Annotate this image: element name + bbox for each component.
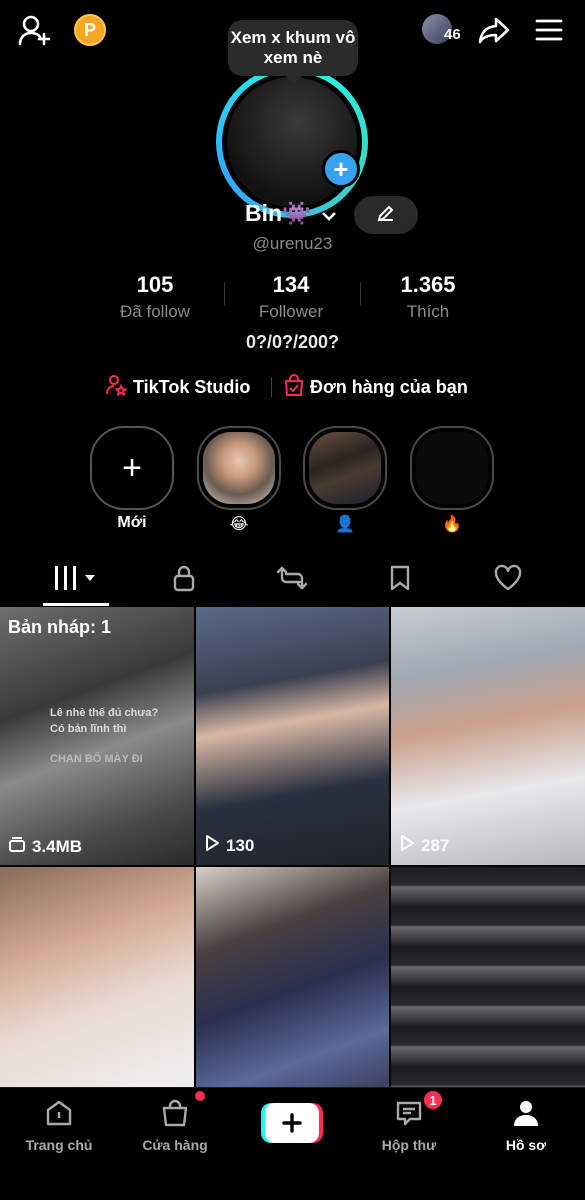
nav-label: Hồ sơ bbox=[505, 1137, 547, 1153]
view-count: 287 bbox=[399, 834, 449, 857]
tab-favorites[interactable] bbox=[370, 562, 430, 598]
draft-tile[interactable]: Bản nháp: 1 Lê nhè thế đủ chưa? Có bản l… bbox=[0, 607, 194, 865]
tab-private[interactable] bbox=[154, 562, 214, 598]
create-plus-icon bbox=[265, 1103, 319, 1143]
studio-person-star-icon bbox=[105, 374, 128, 401]
display-name-text: Bin👾 bbox=[245, 200, 311, 226]
person-plus-icon[interactable] bbox=[18, 14, 52, 46]
draft-overlay-text: CHAN BỐ MÀY ĐI bbox=[50, 753, 143, 765]
divider bbox=[360, 282, 361, 306]
highlight-thumbnail bbox=[203, 432, 275, 504]
draft-label: Bản nháp: 1 bbox=[8, 617, 112, 637]
link-label: Đơn hàng của bạn bbox=[310, 377, 468, 397]
stat-followers[interactable]: 134 Follower bbox=[231, 272, 351, 322]
shopping-bag-icon bbox=[160, 1099, 190, 1132]
tab-reposts[interactable] bbox=[262, 562, 322, 598]
new-highlight-button[interactable]: + bbox=[90, 426, 174, 510]
drafts-folder-icon bbox=[8, 836, 26, 857]
bookmark-icon bbox=[389, 564, 411, 597]
display-name[interactable]: Bin👾 bbox=[245, 200, 337, 228]
shop-notification-dot bbox=[195, 1091, 205, 1101]
link-label: TikTok Studio bbox=[133, 377, 251, 397]
nav-shop[interactable]: Cửa hàng bbox=[120, 1098, 230, 1153]
profile-person-icon bbox=[511, 1101, 541, 1132]
share-arrow-icon[interactable] bbox=[478, 16, 510, 44]
stat-label: Follower bbox=[258, 302, 324, 321]
highlight-thumbnail bbox=[416, 432, 488, 504]
draft-size: 3.4MB bbox=[8, 836, 82, 857]
video-tile[interactable] bbox=[196, 867, 389, 1087]
highlight-story[interactable] bbox=[410, 426, 494, 510]
view-count-text: 130 bbox=[226, 835, 255, 855]
add-story-plus-icon[interactable]: + bbox=[322, 150, 360, 188]
stat-value: 134 bbox=[272, 272, 310, 297]
highlight-story[interactable] bbox=[197, 426, 281, 510]
draft-overlay-text: Lê nhè thế đủ chưa? bbox=[50, 707, 159, 719]
view-count-text: 287 bbox=[421, 835, 450, 855]
stat-label: Đã follow bbox=[120, 302, 190, 321]
tab-videos[interactable] bbox=[46, 562, 106, 598]
video-tile[interactable] bbox=[391, 867, 585, 1087]
stat-value: 105 bbox=[136, 272, 174, 297]
orders-link[interactable]: Đơn hàng của bạn bbox=[284, 374, 468, 401]
stat-value: 1.365 bbox=[400, 272, 456, 297]
nav-home[interactable]: Trang chủ bbox=[4, 1098, 114, 1153]
create-button[interactable] bbox=[261, 1103, 323, 1143]
tab-liked[interactable] bbox=[478, 562, 538, 598]
video-tile[interactable]: 287 bbox=[391, 607, 585, 865]
lock-icon bbox=[172, 564, 196, 597]
plus-icon: + bbox=[96, 432, 168, 504]
highlight-label: 😂 bbox=[229, 516, 249, 533]
nav-profile[interactable]: Hồ sơ bbox=[471, 1098, 581, 1153]
video-tile[interactable]: 130 bbox=[196, 607, 389, 865]
nav-inbox[interactable]: Hộp thư bbox=[354, 1098, 464, 1153]
play-icon bbox=[204, 834, 220, 857]
p-coin-icon[interactable]: P bbox=[74, 14, 106, 46]
nav-label: Cửa hàng bbox=[142, 1137, 208, 1153]
bottom-navigation: Trang chủ Cửa hàng Hộp thư 1 Hồ sơ bbox=[0, 1087, 585, 1200]
heart-icon bbox=[493, 564, 523, 597]
home-icon bbox=[44, 1100, 74, 1132]
view-count: 130 bbox=[204, 834, 254, 857]
profile-handle: @urenu23 bbox=[252, 234, 333, 253]
divider bbox=[224, 282, 225, 306]
hamburger-menu-icon[interactable] bbox=[535, 18, 563, 42]
profile-bio: 0?/0?/200? bbox=[245, 332, 340, 352]
profile-note[interactable]: Xem x khum vô xem nè bbox=[228, 20, 358, 84]
stat-likes[interactable]: 1.365 Thích bbox=[368, 272, 488, 322]
friends-count: 46 bbox=[444, 26, 461, 43]
inbox-message-icon bbox=[394, 1101, 424, 1132]
inbox-count-badge: 1 bbox=[422, 1089, 444, 1111]
play-icon bbox=[399, 834, 415, 857]
grid-columns-icon bbox=[53, 564, 99, 597]
draft-size-text: 3.4MB bbox=[32, 836, 83, 856]
pencil-icon bbox=[376, 203, 396, 228]
stat-label: Thích bbox=[406, 302, 450, 321]
shopping-bag-check-icon bbox=[284, 374, 304, 401]
highlight-label: 🔥 bbox=[442, 516, 462, 533]
highlight-label: Mới bbox=[117, 514, 147, 531]
nav-label: Hộp thư bbox=[381, 1137, 437, 1153]
draft-overlay-text: Có bản lĩnh thì bbox=[50, 723, 127, 735]
chevron-down-icon bbox=[321, 201, 337, 228]
highlight-story[interactable] bbox=[303, 426, 387, 510]
edit-profile-button[interactable] bbox=[354, 196, 418, 234]
tiktok-studio-link[interactable]: TikTok Studio bbox=[105, 374, 250, 401]
video-tile[interactable] bbox=[0, 867, 194, 1087]
nav-label: Trang chủ bbox=[25, 1137, 93, 1153]
friends-button[interactable]: 46 bbox=[422, 14, 466, 46]
highlight-label: 👤 bbox=[335, 516, 355, 533]
divider bbox=[271, 377, 272, 397]
highlight-thumbnail bbox=[309, 432, 381, 504]
repost-icon bbox=[276, 564, 308, 597]
active-tab-indicator bbox=[43, 603, 109, 606]
stat-following[interactable]: 105 Đã follow bbox=[95, 272, 215, 322]
